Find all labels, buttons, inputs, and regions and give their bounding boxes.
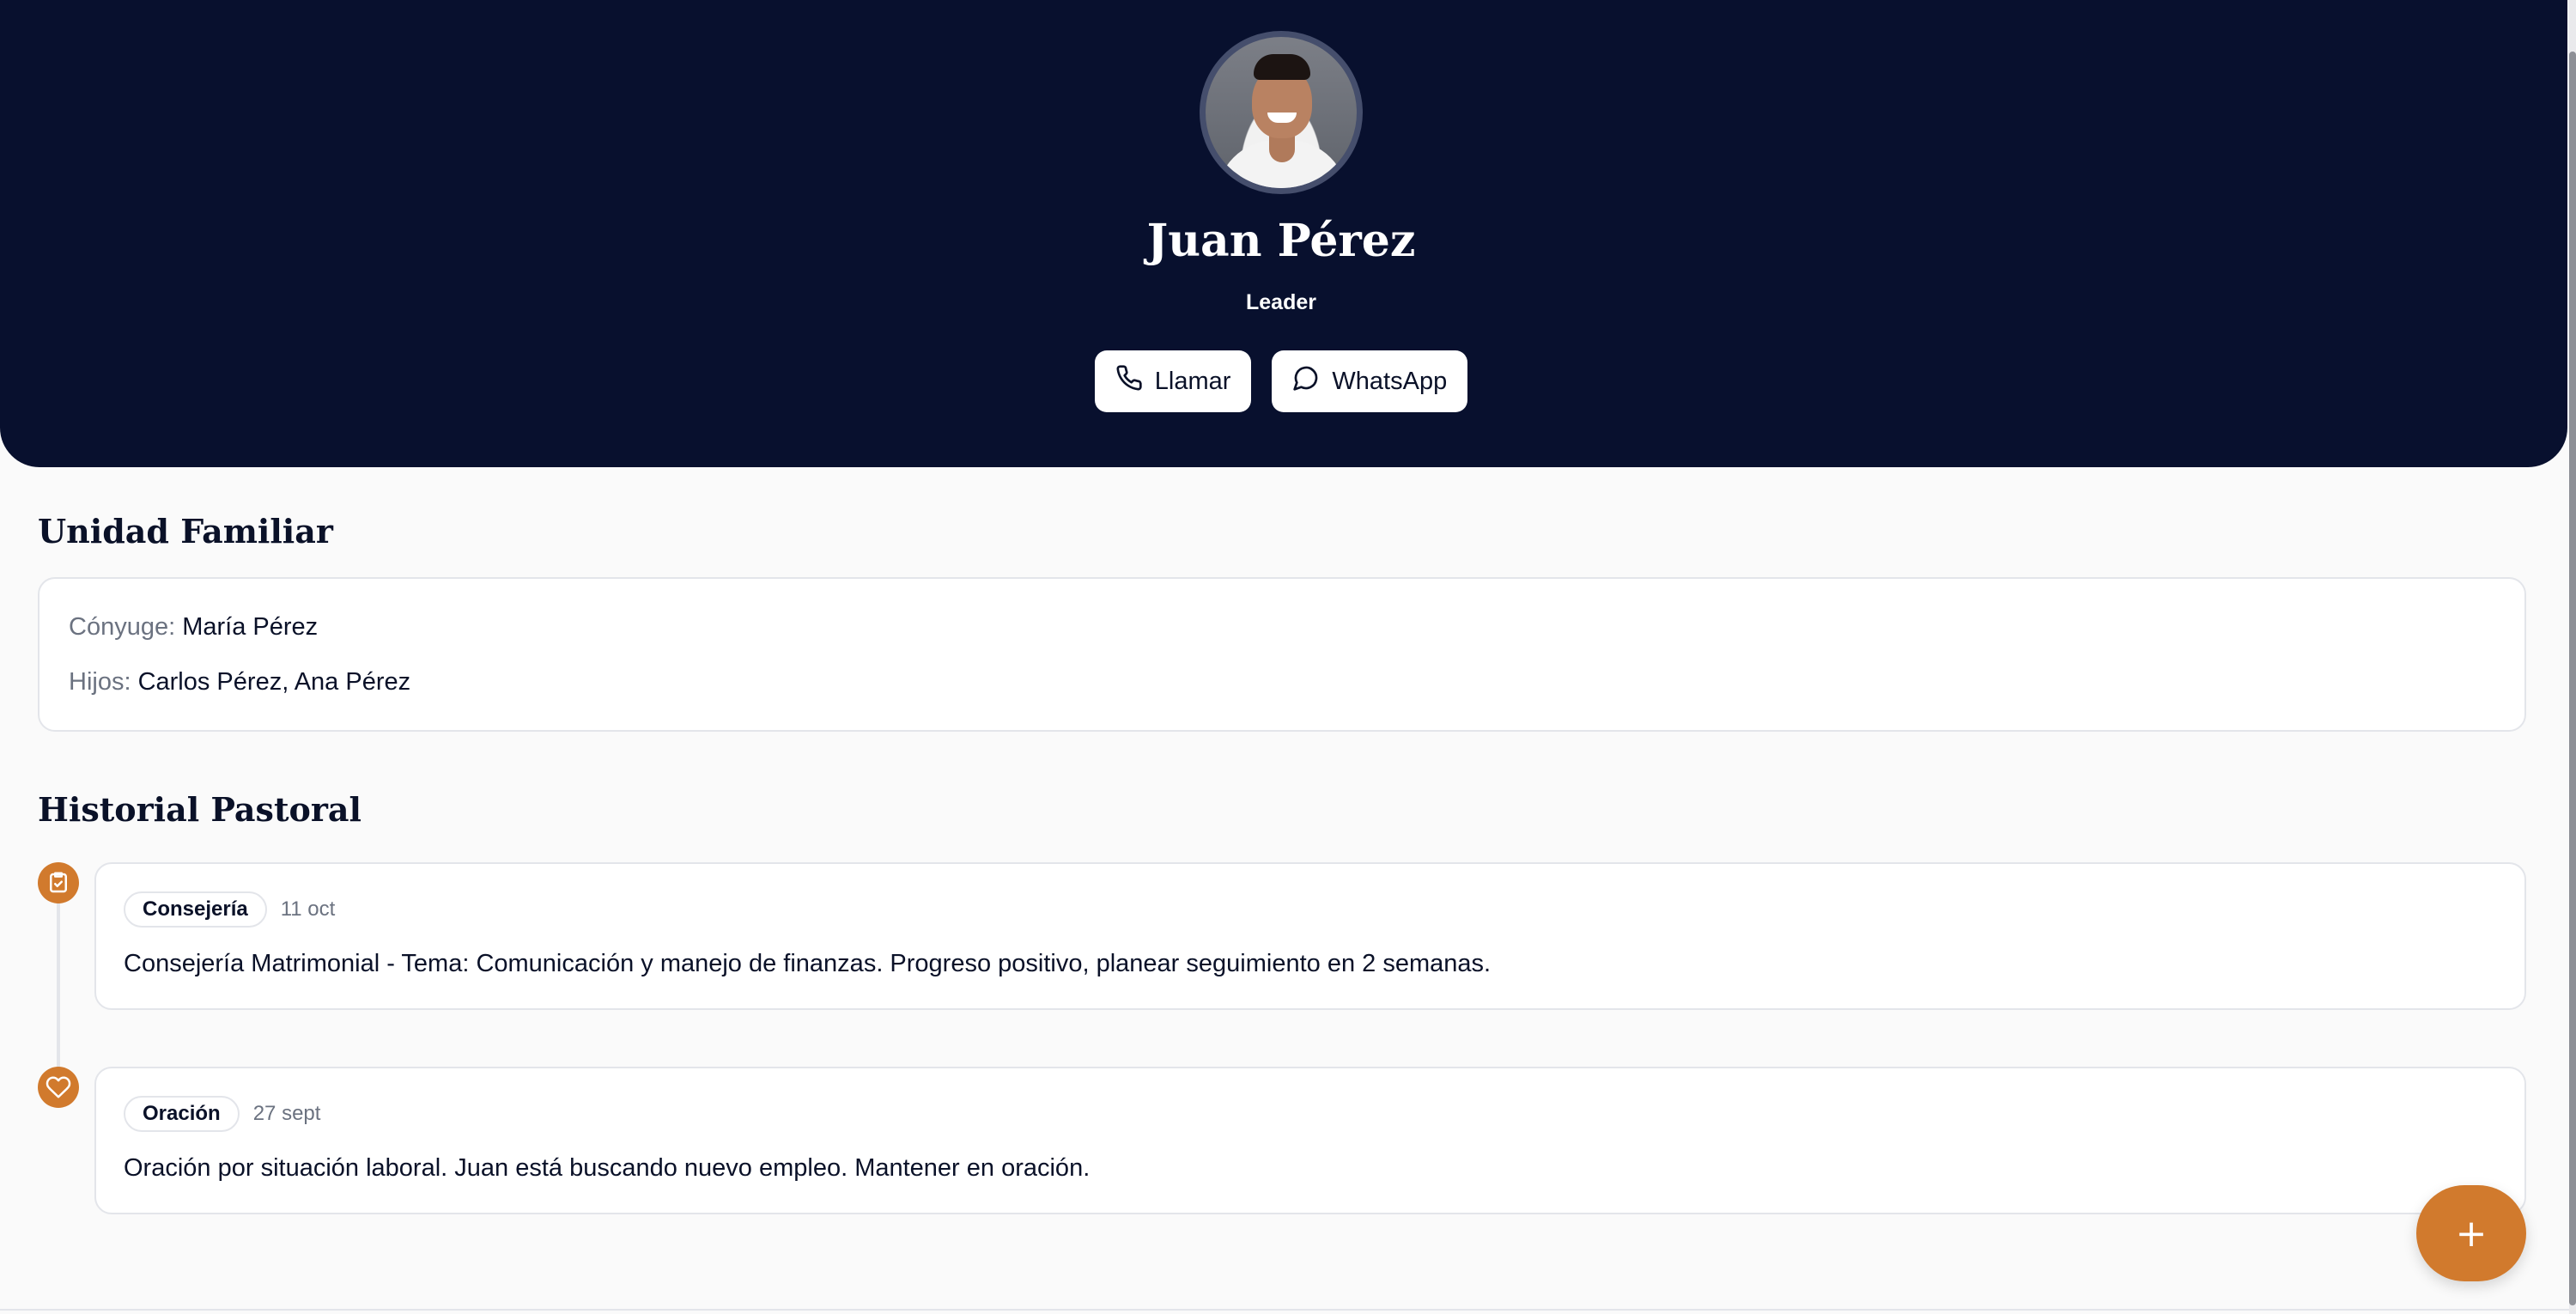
scrollbar-thumb[interactable] — [2569, 52, 2576, 1305]
children-row: Hijos: Carlos Pérez, Ana Pérez — [69, 668, 410, 697]
family-section-title: Unidad Familiar — [38, 512, 333, 551]
profile-header: Juan Pérez Leader Llamar WhatsApp — [0, 0, 2567, 467]
avatar — [1200, 31, 1363, 194]
counseling-icon — [38, 862, 79, 903]
profile-role: Leader — [1246, 290, 1316, 314]
call-button[interactable]: Llamar — [1094, 350, 1252, 412]
heart-icon — [38, 1067, 79, 1108]
entry-type-badge: Consejería — [124, 891, 267, 928]
entry-type-badge: Oración — [124, 1096, 240, 1132]
call-button-label: Llamar — [1154, 367, 1231, 395]
entry-date: 27 sept — [252, 1102, 321, 1125]
entry-date: 11 oct — [280, 897, 336, 921]
entry-text: Consejería Matrimonial - Tema: Comunicac… — [124, 950, 1492, 977]
profile-page: Juan Pérez Leader Llamar WhatsApp Unidad… — [0, 0, 2576, 1314]
history-entry[interactable]: Oración 27 sept Oración por situación la… — [94, 1067, 2526, 1214]
timeline-line — [57, 902, 60, 1091]
entry-text: Oración por situación laboral. Juan está… — [124, 1154, 1091, 1182]
divider — [0, 1309, 2576, 1311]
family-card: Cónyuge: María Pérez Hijos: Carlos Pérez… — [38, 577, 2526, 732]
profile-name: Juan Pérez — [1146, 215, 1416, 267]
spouse-value: María Pérez — [182, 613, 319, 641]
entry-meta: Consejería 11 oct — [124, 891, 335, 928]
history-section-title: Historial Pastoral — [38, 790, 361, 829]
message-circle-icon — [1292, 364, 1320, 398]
children-label: Hijos: — [69, 668, 131, 696]
phone-icon — [1115, 364, 1143, 398]
children-value: Carlos Pérez, Ana Pérez — [137, 668, 411, 696]
history-entry[interactable]: Consejería 11 oct Consejería Matrimonial… — [94, 862, 2526, 1010]
whatsapp-button[interactable]: WhatsApp — [1272, 350, 1468, 412]
spouse-row: Cónyuge: María Pérez — [69, 613, 318, 642]
whatsapp-button-label: WhatsApp — [1332, 367, 1448, 395]
entry-meta: Oración 27 sept — [124, 1096, 320, 1132]
add-entry-button[interactable]: + — [2416, 1185, 2526, 1281]
contact-actions: Llamar WhatsApp — [0, 350, 2562, 412]
spouse-label: Cónyuge: — [69, 613, 176, 641]
